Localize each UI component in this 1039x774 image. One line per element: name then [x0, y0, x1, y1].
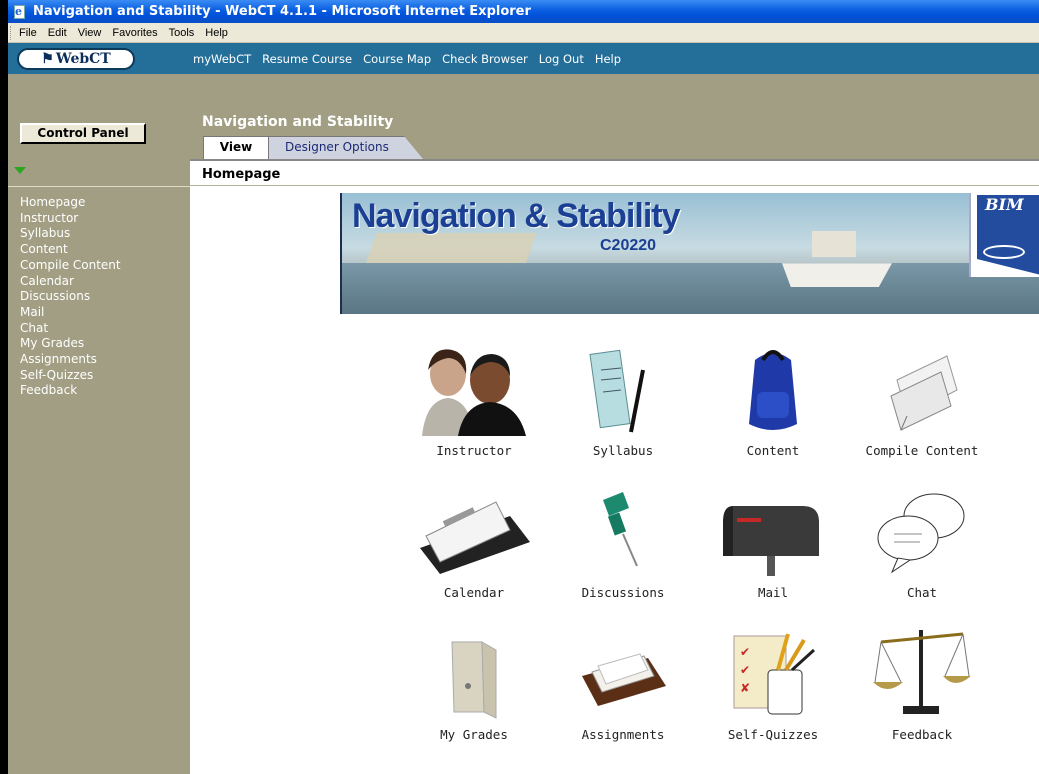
webct-nav-bar: ⚑ WebCT myWebCT Resume Course Course Map…	[8, 43, 1039, 74]
sidebar-item-syllabus[interactable]: Syllabus	[20, 226, 121, 242]
pencil-cup-icon: ✔ ✔ ✘	[733, 633, 816, 715]
menu-view[interactable]: View	[78, 27, 102, 39]
nav-link-mywebct[interactable]: myWebCT	[193, 52, 251, 66]
tool-label-chat: Chat	[906, 585, 938, 600]
fish-icon	[983, 245, 1025, 259]
course-header: Navigation and Stability View Designer O…	[190, 74, 1039, 159]
menu-file[interactable]: File	[19, 27, 37, 39]
sidebar-item-content[interactable]: Content	[20, 242, 121, 258]
nav-link-resume-course[interactable]: Resume Course	[262, 52, 352, 66]
tab-designer-options[interactable]: Designer Options	[265, 136, 423, 159]
banner-course-code: C20220	[600, 237, 657, 254]
sidebar-item-chat[interactable]: Chat	[20, 321, 121, 337]
sidebar-divider	[8, 186, 190, 187]
sidebar-menu: Homepage Instructor Syllabus Content Com…	[20, 195, 121, 399]
syllabus-pen-icon	[589, 349, 645, 433]
speech-bubbles-icon	[877, 493, 965, 574]
mailbox-icon	[723, 506, 819, 576]
tool-label-mail: Mail	[757, 585, 789, 600]
people-icon	[422, 349, 526, 436]
sidebar-item-instructor[interactable]: Instructor	[20, 211, 121, 227]
tool-label-syllabus: Syllabus	[592, 443, 654, 458]
sidebar-item-homepage[interactable]: Homepage	[20, 195, 121, 211]
tab-view[interactable]: View	[203, 136, 269, 159]
sidebar-item-compile-content[interactable]: Compile Content	[20, 258, 121, 274]
menu-edit[interactable]: Edit	[48, 27, 67, 39]
window-titlebar: e Navigation and Stability - WebCT 4.1.1…	[0, 0, 1039, 23]
tool-label-self-quizzes: Self-Quizzes	[727, 727, 819, 742]
webct-logo[interactable]: ⚑ WebCT	[17, 47, 135, 70]
svg-text:✔: ✔	[740, 645, 750, 659]
page-divider	[190, 185, 1039, 186]
nav-link-course-map[interactable]: Course Map	[363, 52, 431, 66]
sidebar-item-my-grades[interactable]: My Grades	[20, 336, 121, 352]
toolbar-grip[interactable]	[10, 25, 13, 40]
nav-links: myWebCT Resume Course Course Map Check B…	[193, 52, 621, 66]
bim-logo-text: BIM	[985, 195, 1024, 214]
tool-label-my-grades: My Grades	[440, 727, 508, 742]
menu-tools[interactable]: Tools	[169, 27, 195, 39]
balance-scale-icon	[873, 630, 971, 714]
tool-label-assignments: Assignments	[581, 727, 665, 742]
page-title-bar: Homepage	[190, 159, 1039, 185]
sidebar-item-mail[interactable]: Mail	[20, 305, 121, 321]
card-tray-icon	[582, 653, 666, 706]
svg-text:✔: ✔	[740, 663, 750, 677]
menu-help[interactable]: Help	[205, 27, 228, 39]
tool-label-feedback: Feedback	[891, 727, 953, 742]
sidebar-item-calendar[interactable]: Calendar	[20, 274, 121, 290]
logo-figure-icon: ⚑	[41, 50, 54, 67]
tool-label-content: Content	[746, 443, 800, 458]
control-panel-button[interactable]: Control Panel	[20, 123, 146, 144]
nav-link-check-browser[interactable]: Check Browser	[442, 52, 528, 66]
sidebar-item-assignments[interactable]: Assignments	[20, 352, 121, 368]
nav-link-log-out[interactable]: Log Out	[539, 52, 584, 66]
svg-text:✘: ✘	[740, 681, 750, 695]
report-card-icon	[451, 641, 497, 719]
course-sidebar: Control Panel Homepage Instructor Syllab…	[8, 74, 190, 774]
sidebar-item-feedback[interactable]: Feedback	[20, 383, 121, 399]
menu-favorites[interactable]: Favorites	[112, 27, 157, 39]
sidebar-item-discussions[interactable]: Discussions	[20, 289, 121, 305]
window-left-border	[0, 0, 8, 774]
desk-calendar-icon	[420, 501, 530, 574]
pushpin-icon	[603, 492, 638, 567]
tool-label-instructor: Instructor	[436, 443, 512, 458]
sea-image	[342, 263, 1039, 314]
bim-logo: BIM	[969, 193, 1039, 277]
collapse-triangle-icon[interactable]	[14, 167, 26, 174]
menu-bar: File Edit View Favorites Tools Help	[8, 23, 1039, 43]
tool-label-compile-content: Compile Content	[865, 443, 979, 458]
internet-explorer-icon: e	[12, 4, 28, 20]
course-title: Navigation and Stability	[202, 114, 394, 130]
window-title: Navigation and Stability - WebCT 4.1.1 -…	[33, 4, 531, 19]
nav-link-help[interactable]: Help	[595, 52, 621, 66]
boat-cabin-image	[812, 231, 856, 257]
tool-label-calendar: Calendar	[443, 585, 505, 600]
sidebar-item-self-quizzes[interactable]: Self-Quizzes	[20, 368, 121, 384]
paper-stack-icon	[890, 355, 958, 431]
banner-title: Navigation & Stability	[352, 197, 680, 235]
webct-logo-text: WebCT	[55, 50, 111, 67]
backpack-icon	[749, 350, 797, 430]
course-banner: Navigation & Stability C20220 BIM	[340, 193, 1039, 314]
fishing-boat-image	[782, 263, 892, 287]
page-title: Homepage	[202, 167, 281, 182]
tool-label-discussions: Discussions	[581, 585, 665, 600]
